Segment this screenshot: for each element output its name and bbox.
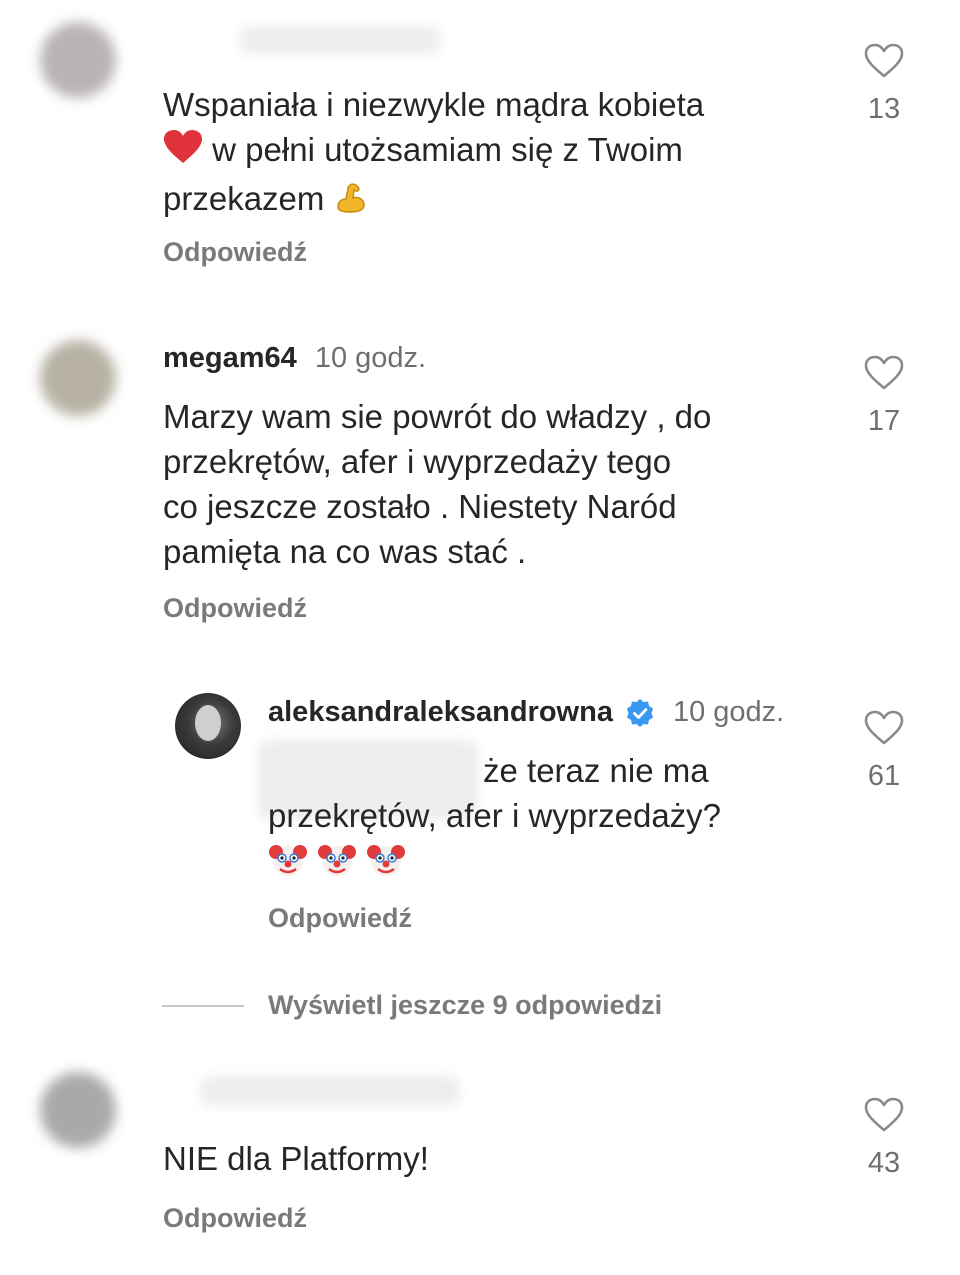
- avatar[interactable]: [40, 1072, 116, 1148]
- avatar[interactable]: [40, 22, 116, 98]
- like-button[interactable]: 61: [849, 710, 919, 793]
- comment-3-reply: aleksandraleksandrowna 10 godz. że teraz…: [0, 640, 960, 970]
- username[interactable]: megam64: [163, 342, 297, 375]
- reply-button[interactable]: Odpowiedź: [163, 593, 307, 624]
- view-more-replies-button[interactable]: Wyświetl jeszcze 9 odpowiedzi: [162, 990, 662, 1021]
- comment-text: że teraz nie ma przekrętów, afer i wyprz…: [268, 748, 828, 891]
- redacted-username: [240, 26, 440, 54]
- comment-text: Marzy wam sie powrót do władzy , do prze…: [163, 398, 712, 570]
- flexed-biceps-emoji: [334, 179, 368, 224]
- heart-outline-icon: [864, 710, 904, 745]
- comment-2: megam64 10 godz. Marzy wam sie powrót do…: [0, 300, 960, 640]
- reply-button[interactable]: Odpowiedź: [163, 1203, 307, 1234]
- heart-outline-icon: [864, 1097, 904, 1132]
- like-count: 61: [867, 760, 901, 792]
- like-button[interactable]: 17: [849, 355, 919, 438]
- timestamp: 10 godz.: [314, 342, 427, 374]
- comment-4: NIE dla Platformy! Odpowiedź 43: [0, 1050, 960, 1275]
- comment-header: megam64 10 godz.: [163, 342, 426, 375]
- like-count: 43: [867, 1147, 901, 1179]
- comment-text: Wspaniała i niezwykle mądra kobieta w pe…: [163, 82, 813, 224]
- heart-outline-icon: [864, 355, 904, 390]
- avatar[interactable]: [40, 340, 116, 416]
- like-count: 17: [867, 405, 901, 437]
- verified-badge-icon: [625, 698, 655, 728]
- comment-text: NIE dla Platformy!: [163, 1140, 429, 1177]
- view-more-replies-label: Wyświetl jeszcze 9 odpowiedzi: [268, 990, 663, 1020]
- clown-face-emoji: [366, 840, 406, 891]
- like-button[interactable]: 43: [849, 1097, 919, 1180]
- comment-header: aleksandraleksandrowna 10 godz.: [268, 696, 784, 729]
- comment-1: Wspaniała i niezwykle mądra kobieta w pe…: [0, 0, 960, 300]
- reply-button[interactable]: Odpowiedź: [163, 237, 307, 268]
- heart-outline-icon: [864, 43, 904, 78]
- divider-line: [162, 1004, 244, 1007]
- clown-face-emoji: [268, 840, 308, 891]
- redacted-username: [200, 1076, 460, 1106]
- avatar[interactable]: [175, 693, 241, 759]
- timestamp: 10 godz.: [672, 696, 785, 728]
- red-heart-emoji: [163, 129, 203, 176]
- username[interactable]: aleksandraleksandrowna: [268, 696, 613, 729]
- like-count: 13: [867, 93, 901, 125]
- clown-face-emoji: [317, 840, 357, 891]
- reply-button[interactable]: Odpowiedź: [268, 903, 412, 934]
- like-button[interactable]: 13: [849, 43, 919, 126]
